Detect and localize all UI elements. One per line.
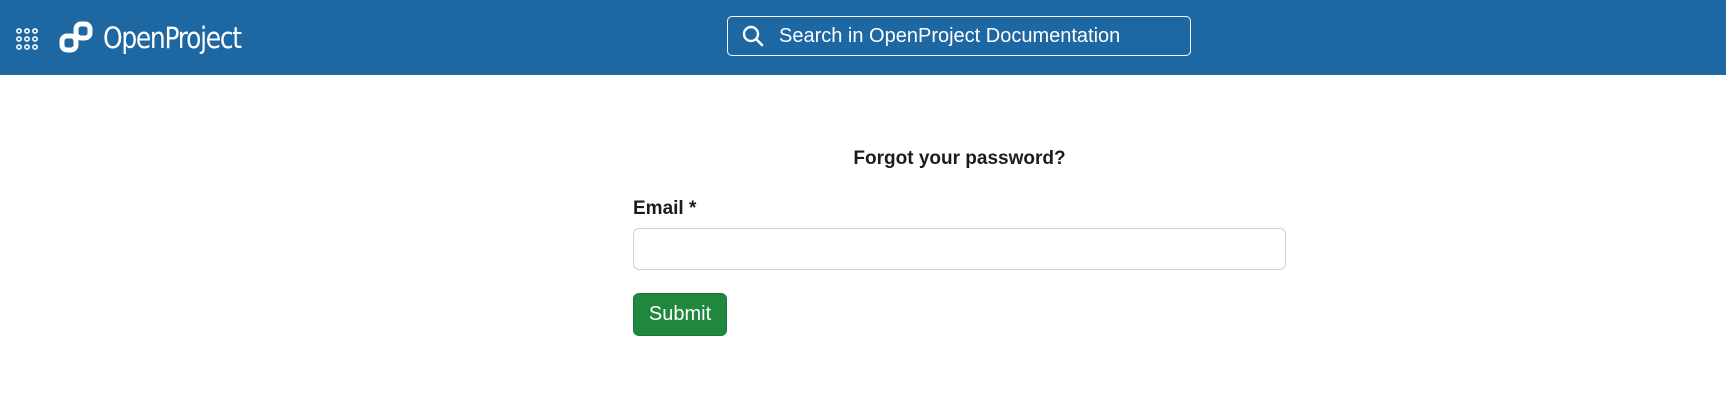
openproject-logo-icon: [59, 21, 93, 53]
search-icon: [742, 25, 764, 47]
brand-logo[interactable]: OpenProject: [59, 18, 263, 58]
email-field[interactable]: [633, 228, 1286, 270]
email-label: Email *: [633, 198, 697, 219]
brand-name: OpenProject: [103, 21, 242, 55]
search-placeholder: Search in OpenProject Documentation: [779, 24, 1121, 47]
submit-button[interactable]: Submit: [633, 293, 727, 336]
top-header: OpenProject Search in OpenProject Docume…: [0, 0, 1726, 75]
apps-menu-button[interactable]: [16, 28, 38, 50]
page-title: Forgot your password?: [853, 148, 1066, 169]
docs-search-box[interactable]: Search in OpenProject Documentation: [727, 16, 1191, 56]
grid-apps-icon: [16, 28, 38, 50]
